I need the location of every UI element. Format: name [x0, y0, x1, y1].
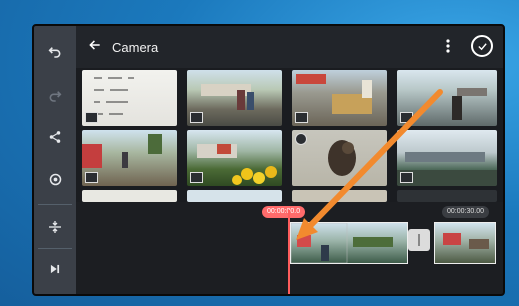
split-button[interactable]	[34, 208, 76, 246]
rail-divider	[38, 248, 72, 249]
back-button[interactable]	[88, 38, 106, 57]
media-thumbnail[interactable]	[82, 130, 177, 186]
settings-icon	[49, 173, 61, 185]
media-thumbnail[interactable]	[292, 70, 387, 126]
rail-divider	[38, 204, 72, 205]
media-thumbnail[interactable]	[397, 130, 497, 186]
top-bar: Camera	[76, 26, 503, 68]
media-thumbnail[interactable]	[397, 70, 497, 126]
split-icon	[49, 221, 61, 233]
share-icon	[49, 131, 61, 143]
undo-button[interactable]	[34, 32, 76, 70]
image-icon	[190, 172, 203, 183]
share-button[interactable]	[34, 118, 76, 156]
image-icon	[295, 112, 308, 123]
back-arrow-icon	[89, 39, 100, 50]
current-time-badge: 00:00:00.0	[262, 206, 306, 218]
image-icon	[85, 172, 98, 183]
skip-to-end-button[interactable]	[34, 250, 76, 288]
media-thumbnail[interactable]	[292, 190, 387, 202]
image-icon	[400, 172, 413, 183]
done-button[interactable]	[471, 35, 493, 57]
video-icon	[295, 133, 307, 145]
checkmark-circle-icon	[477, 42, 487, 50]
playhead[interactable]	[288, 210, 290, 294]
more-menu-button[interactable]	[445, 39, 451, 56]
image-icon	[85, 112, 98, 123]
transition-icon	[418, 234, 420, 246]
skip-to-end-icon	[50, 264, 60, 274]
image-icon	[190, 112, 203, 123]
media-thumbnail[interactable]	[187, 70, 282, 126]
media-thumbnail[interactable]	[82, 190, 177, 202]
media-thumbnail[interactable]	[292, 130, 387, 186]
transition-button[interactable]	[408, 229, 430, 251]
left-toolbar	[34, 26, 76, 294]
end-time-badge: 00:00:30.00	[442, 206, 489, 218]
media-thumbnail[interactable]	[187, 190, 282, 202]
timeline-clip[interactable]	[290, 222, 408, 264]
media-grid	[76, 68, 503, 202]
redo-icon	[49, 91, 62, 102]
media-thumbnail[interactable]	[187, 130, 282, 186]
undo-icon	[48, 47, 61, 58]
more-vertical-icon	[446, 39, 450, 53]
media-thumbnail[interactable]	[397, 190, 497, 202]
phone-screen: Camera 00:00:00.0 00:00:30.00	[32, 24, 505, 296]
timeline-clip[interactable]	[434, 222, 496, 264]
image-icon	[400, 112, 413, 123]
settings-button[interactable]	[34, 160, 76, 198]
media-thumbnail[interactable]	[82, 70, 177, 126]
page-title: Camera	[112, 39, 159, 55]
redo-button[interactable]	[34, 76, 76, 114]
